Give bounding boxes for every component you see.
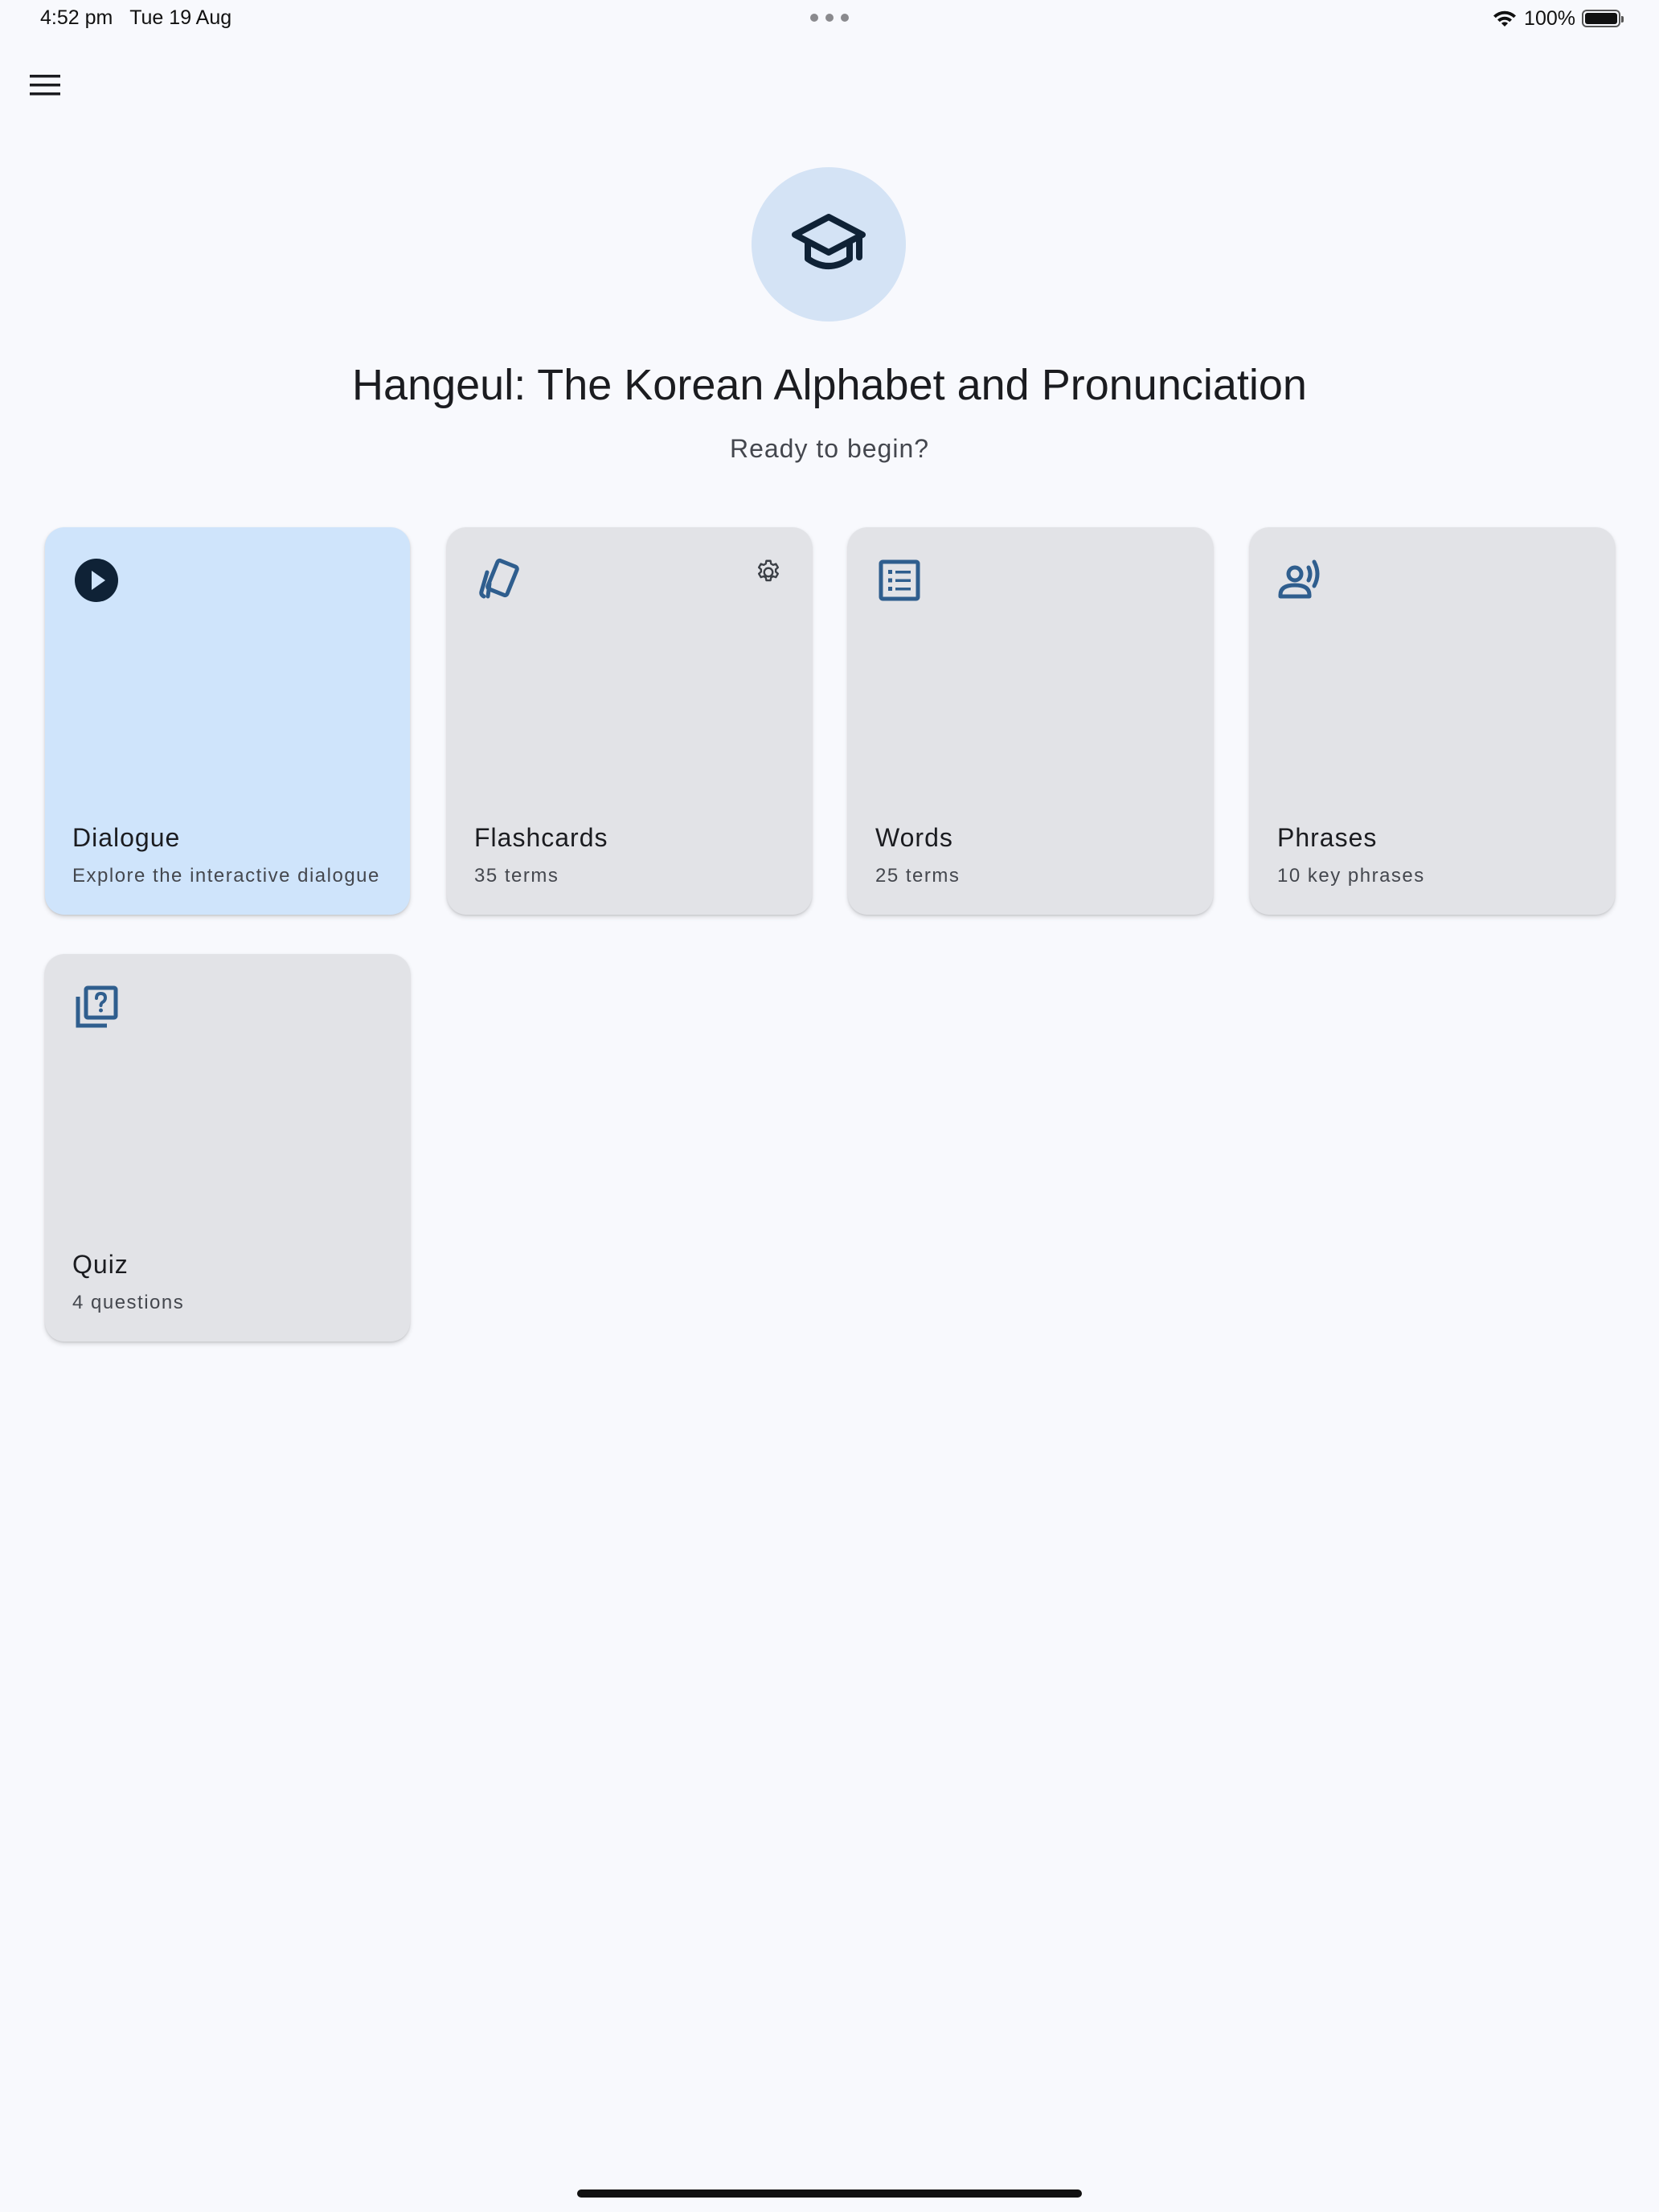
list-icon [875,556,924,604]
status-time: 4:52 pm Tue 19 Aug [40,6,231,30]
status-time-value: 4:52 pm [40,6,113,29]
wifi-icon [1493,10,1517,27]
flashcards-settings-button[interactable] [752,556,784,588]
words-card[interactable]: Words 25 terms [848,527,1213,915]
phrases-card[interactable]: Phrases 10 key phrases [1250,527,1615,915]
battery-icon [1582,10,1624,27]
home-indicator[interactable] [577,2189,1082,2198]
quiz-icon [72,983,121,1031]
speaking-person-icon [1277,556,1325,604]
card-title: Phrases [1277,823,1378,852]
hero-badge [752,167,906,322]
play-circle-icon [72,556,121,604]
card-subtitle: 35 terms [474,865,559,887]
gear-icon [757,559,780,582]
flashcards-icon [474,556,522,604]
graduation-cap-icon [792,214,866,269]
dialogue-card[interactable]: Dialogue Explore the interactive dialogu… [45,527,410,915]
card-title: Quiz [72,1250,129,1279]
page-subtitle: Ready to begin? [729,434,930,463]
card-title: Words [875,823,953,852]
quiz-card[interactable]: Quiz 4 questions [45,954,410,1342]
multitasking-dots-icon[interactable] [810,14,849,22]
hamburger-menu-icon [30,75,60,96]
card-subtitle: 25 terms [875,865,961,887]
flashcards-card[interactable]: Flashcards 35 terms [447,527,812,915]
battery-fill [1585,13,1617,24]
status-indicators: 100% [1492,5,1624,32]
battery-percent: 100% [1524,6,1575,30]
menu-button[interactable] [26,66,64,104]
card-title: Flashcards [474,823,608,852]
card-subtitle: Explore the interactive dialogue [72,865,380,887]
status-date-value: Tue 19 Aug [129,6,232,29]
status-bar: 4:52 pm Tue 19 Aug 100% [0,0,1659,39]
card-subtitle: 10 key phrases [1277,865,1425,887]
page-title: Hangeul: The Korean Alphabet and Pronunc… [352,361,1307,409]
card-title: Dialogue [72,823,181,852]
card-subtitle: 4 questions [72,1292,185,1313]
